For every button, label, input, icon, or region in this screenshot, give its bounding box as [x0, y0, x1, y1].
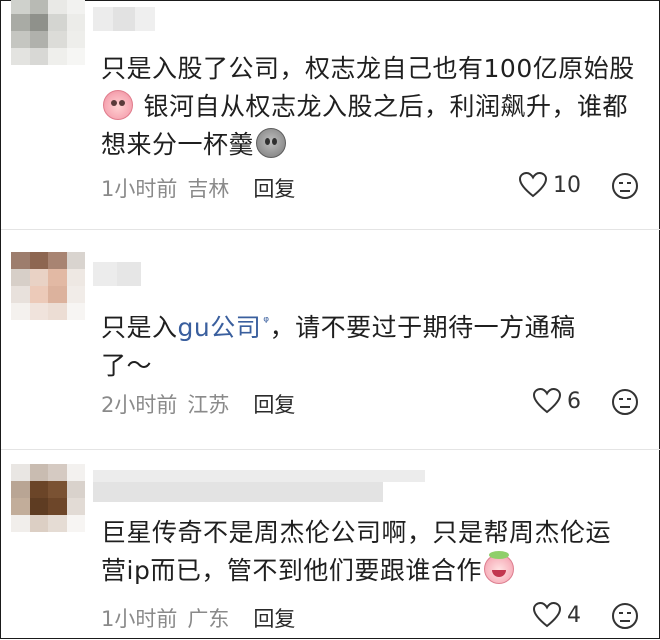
like-count: 6: [567, 388, 581, 414]
comment-text: 巨星传奇不是周杰伦公司啊，只是帮周杰伦运 营ip而已，管不到他们要跟谁合作: [101, 514, 653, 590]
comment-meta: 2小时前 江苏 回复: [101, 389, 295, 419]
comment-time: 1小时前: [101, 607, 178, 631]
username[interactable]: [93, 470, 425, 502]
sad-face-icon: [612, 389, 638, 415]
like-count: 10: [553, 172, 581, 198]
comment-item: 只是入股了公司，权志龙自己也有100亿原始股 银河自从权志龙入股之后，利润飙升，…: [1, 0, 660, 226]
reply-button[interactable]: 回复: [253, 173, 295, 203]
comment-location: 江苏: [187, 393, 230, 417]
comment-text-line: 巨星传奇不是周杰伦公司啊，只是帮周杰伦运: [101, 518, 612, 547]
cry-emoji-icon: [103, 90, 133, 120]
avatar[interactable]: [11, 464, 85, 532]
comment-text-line: 只是入gu公司 ᵠ，请不要过于期待一方通稿: [101, 313, 576, 342]
comment-time: 1小时前: [101, 177, 178, 201]
sad-face-icon: [612, 173, 638, 199]
heart-icon: [533, 602, 561, 628]
reply-button[interactable]: 回复: [253, 389, 295, 419]
like-count: 4: [567, 602, 581, 628]
comment-text: 只是入gu公司 ᵠ，请不要过于期待一方通稿 了～: [101, 303, 653, 385]
heart-icon: [533, 388, 561, 414]
laugh-cry-emoji-icon: [483, 551, 514, 584]
reply-button[interactable]: 回复: [253, 603, 295, 633]
comment-text-line: 了～: [101, 351, 153, 380]
comment-text-line: 只是入股了公司，权志龙自己也有100亿原始股: [101, 54, 635, 83]
avatar[interactable]: [11, 252, 85, 320]
comment-time: 2小时前: [101, 393, 178, 417]
comment-meta: 1小时前 吉林 回复: [101, 173, 295, 203]
comment-text: 只是入股了公司，权志龙自己也有100亿原始股 银河自从权志龙入股之后，利润飙升，…: [101, 50, 653, 164]
link-text[interactable]: gu公司: [178, 313, 262, 342]
dislike-button[interactable]: [611, 172, 641, 202]
username[interactable]: [93, 262, 141, 286]
comment-text-line: 营ip而已，管不到他们要跟谁合作: [101, 551, 653, 590]
dislike-button[interactable]: [611, 388, 641, 418]
comment-location: 吉林: [187, 177, 230, 201]
heart-icon: [519, 172, 547, 198]
like-button[interactable]: 6: [533, 386, 581, 416]
dislike-button[interactable]: [611, 602, 641, 632]
ghost-emoji-icon: [256, 128, 287, 158]
sad-face-icon: [612, 603, 638, 629]
comment-item: 只是入gu公司 ᵠ，请不要过于期待一方通稿 了～ 2小时前 江苏 回复 6: [1, 230, 660, 450]
avatar[interactable]: [11, 0, 85, 65]
comment-text-line: 银河自从权志龙入股之后，利润飙升，谁都: [101, 88, 653, 126]
like-button[interactable]: 10: [519, 170, 581, 200]
comment-location: 广东: [187, 607, 230, 631]
username[interactable]: [93, 7, 155, 31]
comment-item: 巨星传奇不是周杰伦公司啊，只是帮周杰伦运 营ip而已，管不到他们要跟谁合作 1小…: [1, 450, 660, 640]
comment-text-line: 想来分一杯羹: [101, 126, 653, 164]
comment-meta: 1小时前 广东 回复: [101, 603, 295, 633]
like-button[interactable]: 4: [533, 600, 581, 630]
